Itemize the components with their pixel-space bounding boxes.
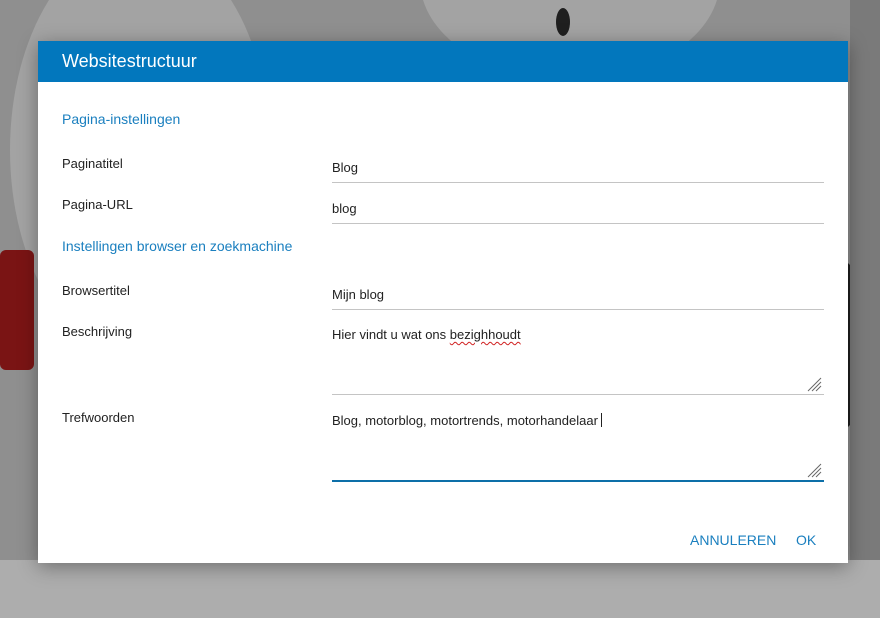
page-title-input[interactable]: Blog [332,160,824,183]
background-floor [0,560,880,618]
keywords-label: Trefwoorden [62,410,135,425]
dialog-title: Websitestructuur [62,51,197,71]
browser-title-input[interactable]: Mijn blog [332,287,824,310]
description-label: Beschrijving [62,324,133,339]
website-structure-dialog: Websitestructuur Pagina-instellingen Pag… [38,41,848,563]
description-value: Hier vindt u wat ons [332,327,450,342]
keywords-value: Blog, motorblog, motortrends, motorhande… [332,413,598,428]
description-misspelled-word: bezighhoudt [449,327,521,342]
page-url-label: Pagina-URL [62,197,133,212]
background-panel [850,0,880,560]
section-title-browser-settings: Instellingen browser en zoekmachine [62,238,293,254]
motorbike-red-fender [0,250,34,370]
page-url-input[interactable]: blog [332,201,824,224]
resize-handle-icon[interactable] [806,376,822,392]
browser-title-value: Mijn blog [332,287,385,302]
browser-title-label: Browsertitel [62,283,130,298]
description-textarea[interactable]: Hier vindt u wat ons bezighhoudt [332,327,824,395]
page-url-value: blog [332,201,357,216]
text-caret [600,413,602,427]
cancel-button[interactable]: ANNULEREN [690,532,776,548]
ok-button[interactable]: OK [796,532,816,548]
page-title-value: Blog [332,160,359,175]
resize-handle-icon[interactable] [806,462,822,478]
page-title-label: Paginatitel [62,156,123,171]
motorbike-mirror [556,8,570,36]
keywords-textarea[interactable]: Blog, motorblog, motortrends, motorhande… [332,413,824,482]
section-title-page-settings: Pagina-instellingen [62,111,181,127]
dialog-header: Websitestructuur [38,41,848,82]
